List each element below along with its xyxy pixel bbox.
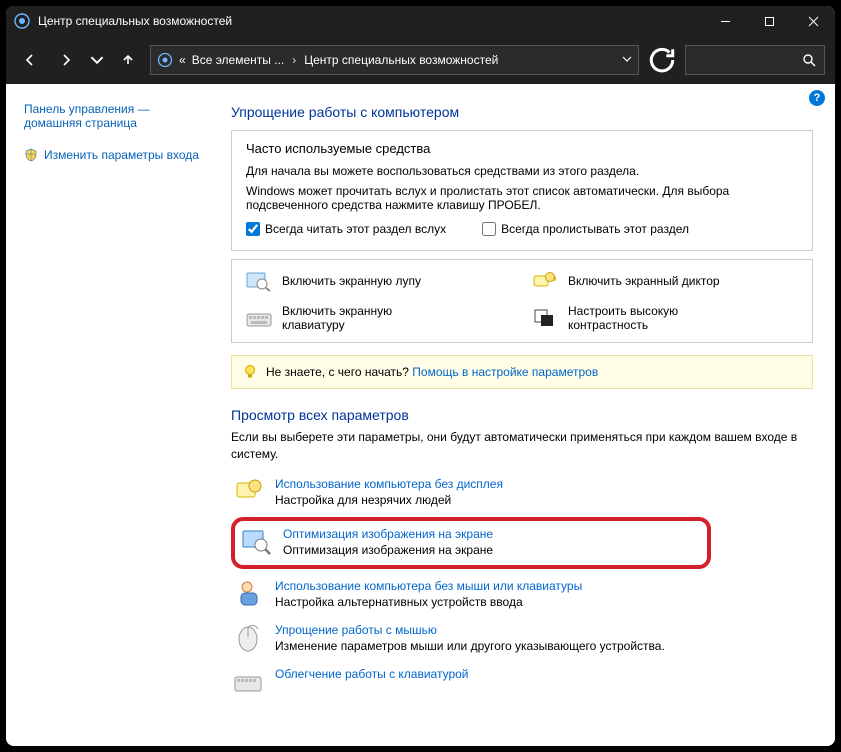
checkbox-label: Всегда читать этот раздел вслух <box>265 222 446 236</box>
keyboard-icon <box>246 307 272 329</box>
section-title: Просмотр всех параметров <box>231 407 813 423</box>
breadcrumb-item[interactable]: Все элементы ... <box>192 53 285 67</box>
option-desc: Настройка альтернативных устройств ввода <box>275 595 582 609</box>
section-desc: Если вы выберете эти параметры, они буду… <box>231 429 813 463</box>
tool-label: Включить экраннуюклавиатуру <box>282 304 392 332</box>
option-link[interactable]: Оптимизация изображения на экране <box>283 527 493 541</box>
page-title: Упрощение работы с компьютером <box>231 104 813 120</box>
group-desc: Для начала вы можете воспользоваться сре… <box>246 164 798 178</box>
tool-label: Включить экранный диктор <box>568 274 720 288</box>
option-keyboard[interactable]: Облегчение работы с клавиатурой <box>231 663 813 697</box>
search-input[interactable] <box>685 45 825 75</box>
narrator-tool[interactable]: Включить экранный диктор <box>532 270 798 292</box>
minimize-button[interactable] <box>703 6 747 36</box>
control-panel-home-link[interactable]: Панель управления — домашняя страница <box>24 102 213 130</box>
shield-icon <box>24 148 38 162</box>
navbar: « Все элементы ... › Центр специальных в… <box>6 36 835 84</box>
no-display-icon <box>233 477 265 507</box>
up-button[interactable] <box>114 46 142 74</box>
options-list: Использование компьютера без дисплея Нас… <box>231 473 813 697</box>
quick-tools-group: Часто используемые средства Для начала в… <box>231 130 813 251</box>
option-link[interactable]: Упрощение работы с мышью <box>275 623 665 637</box>
scan-checkbox[interactable]: Всегда пролистывать этот раздел <box>482 222 689 236</box>
search-icon <box>802 53 816 67</box>
option-desc: Изменение параметров мыши или другого ук… <box>275 639 665 653</box>
narrator-icon <box>532 270 558 292</box>
back-button[interactable] <box>16 46 44 74</box>
read-aloud-checkbox[interactable]: Всегда читать этот раздел вслух <box>246 222 446 236</box>
main-content: Упрощение работы с компьютером Часто исп… <box>231 84 835 746</box>
breadcrumb-prefix: « <box>179 53 186 67</box>
close-button[interactable] <box>791 6 835 36</box>
contrast-icon <box>532 307 558 329</box>
checkbox-input[interactable] <box>482 222 496 236</box>
option-link[interactable]: Использование компьютера без мыши или кл… <box>275 579 582 593</box>
option-no-mouse-keyboard[interactable]: Использование компьютера без мыши или кл… <box>231 575 813 619</box>
app-icon <box>14 13 30 29</box>
magnifier-tool[interactable]: Включить экранную лупу <box>246 270 512 292</box>
address-bar[interactable]: « Все элементы ... › Центр специальных в… <box>150 45 639 75</box>
titlebar: Центр специальных возможностей <box>6 6 835 36</box>
highlight-callout: Оптимизация изображения на экране Оптими… <box>231 517 711 569</box>
display-optimize-icon <box>241 527 273 557</box>
chevron-right-icon[interactable]: › <box>290 53 298 67</box>
keyboard-ease-icon <box>233 667 265 697</box>
group-desc: Windows может прочитать вслух и пролиста… <box>246 184 798 212</box>
tool-label: Включить экранную лупу <box>282 274 421 288</box>
option-link[interactable]: Использование компьютера без дисплея <box>275 477 503 491</box>
option-desc: Настройка для незрячих людей <box>275 493 503 507</box>
tools-grid: Включить экранную лупу Включить экранный… <box>231 259 813 343</box>
refresh-button[interactable] <box>647 45 677 75</box>
control-panel-icon <box>157 52 173 68</box>
option-no-display[interactable]: Использование компьютера без дисплея Нас… <box>231 473 813 517</box>
checkbox-input[interactable] <box>246 222 260 236</box>
group-title: Часто используемые средства <box>246 141 798 156</box>
lightbulb-icon <box>242 364 258 380</box>
chevron-down-icon[interactable] <box>622 53 632 67</box>
tool-label: Настроить высокуюконтрастность <box>568 304 678 332</box>
hint-link[interactable]: Помощь в настройке параметров <box>412 365 598 379</box>
recent-dropdown-button[interactable] <box>88 46 106 74</box>
breadcrumb-item[interactable]: Центр специальных возможностей <box>304 53 498 67</box>
option-display-optimize[interactable]: Оптимизация изображения на экране Оптими… <box>239 523 699 559</box>
magnifier-icon <box>246 270 272 292</box>
change-signin-link[interactable]: Изменить параметры входа <box>24 148 213 162</box>
osk-tool[interactable]: Включить экраннуюклавиатуру <box>246 304 512 332</box>
contrast-tool[interactable]: Настроить высокуюконтрастность <box>532 304 798 332</box>
option-link[interactable]: Облегчение работы с клавиатурой <box>275 667 469 681</box>
help-button[interactable]: ? <box>809 90 825 106</box>
option-desc: Оптимизация изображения на экране <box>283 543 493 557</box>
hint-box: Не знаете, с чего начать? Помощь в настр… <box>231 355 813 389</box>
hint-text: Не знаете, с чего начать? Помощь в настр… <box>266 365 598 379</box>
forward-button[interactable] <box>52 46 80 74</box>
maximize-button[interactable] <box>747 6 791 36</box>
option-mouse[interactable]: Упрощение работы с мышью Изменение парам… <box>231 619 813 663</box>
window-title: Центр специальных возможностей <box>38 14 703 28</box>
no-mouse-keyboard-icon <box>233 579 265 609</box>
mouse-icon <box>233 623 265 653</box>
checkbox-label: Всегда пролистывать этот раздел <box>501 222 689 236</box>
sidebar: Панель управления — домашняя страница Из… <box>6 84 231 746</box>
